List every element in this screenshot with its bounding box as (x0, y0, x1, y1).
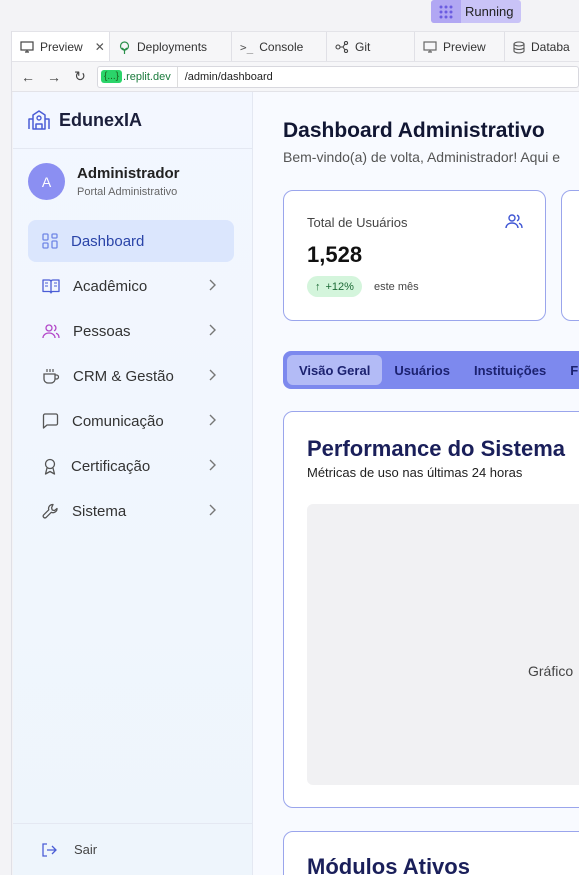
tab-console[interactable]: >_ Console (232, 32, 327, 62)
terminal-icon: >_ (240, 40, 254, 54)
panel-title: Módulos Ativos (307, 854, 470, 875)
reload-icon[interactable]: ↻ (67, 68, 93, 85)
chevron-right-icon (209, 279, 216, 291)
stat-card-users: Total de Usuários 1,528 ↑ +12% este mês (283, 190, 546, 321)
database-icon (513, 40, 525, 54)
ide-tab-strip: Preview ✕ Deployments >_ Console Git Pre… (12, 31, 579, 62)
running-grid-icon (431, 0, 461, 23)
stat-card-title: Total de Usuários (307, 215, 408, 230)
dashboard-tabs: Visão Geral Usuários Instituições F (283, 351, 579, 389)
close-icon[interactable]: ✕ (95, 40, 105, 54)
git-icon (335, 41, 349, 53)
chart-placeholder: Gráfico (307, 504, 579, 785)
tab-git[interactable]: Git (327, 32, 415, 62)
logout-button[interactable]: Sair (13, 823, 253, 875)
running-label: Running (465, 4, 514, 19)
main-content: Dashboard Administrativo Bem-vindo(a) de… (283, 92, 579, 875)
tab-clipped[interactable]: F (558, 355, 579, 385)
sidebar-item-label: CRM & Gestão (73, 367, 174, 385)
chevron-right-icon (209, 324, 216, 336)
user-role: Portal Administrativo (77, 186, 178, 198)
chevron-right-icon (209, 459, 216, 471)
sidebar-item-dashboard[interactable]: Dashboard (28, 220, 234, 262)
page-subtitle: Bem-vindo(a) de volta, Administrador! Aq… (283, 149, 561, 165)
panel-title: Performance do Sistema (307, 436, 565, 461)
tab-preview-2[interactable]: Preview (415, 32, 505, 62)
grid-icon (42, 233, 58, 249)
chevron-right-icon (209, 369, 216, 381)
ide-topbar: Running (0, 0, 579, 30)
sidebar-menu: Dashboard Acadêmico Pessoas CRM & Gestão… (13, 220, 252, 532)
school-icon (28, 110, 50, 130)
sidebar: EdunexIA A Administrador Portal Administ… (13, 92, 253, 875)
url-field[interactable]: {...} .replit.dev /admin/dashboard (97, 65, 579, 88)
tab-label: Preview (443, 40, 486, 54)
tab-label: Console (259, 40, 304, 54)
sidebar-item-certificacao[interactable]: Certificação (28, 445, 234, 487)
performance-panel: Performance do Sistema Métricas de uso n… (283, 411, 579, 808)
sidebar-item-comunicacao[interactable]: Comunicação (28, 400, 234, 442)
avatar: A (28, 163, 65, 200)
stat-card-value: 1,528 (307, 242, 363, 267)
sidebar-item-label: Acadêmico (73, 277, 148, 295)
panel-subtitle: Métricas de uso nas últimas 24 horas (307, 465, 523, 480)
badge-label: +12% (325, 280, 354, 293)
tab-usuarios[interactable]: Usuários (382, 355, 462, 385)
tab-instituicoes[interactable]: Instituições (462, 355, 558, 385)
ide-left-gutter (0, 31, 12, 875)
sidebar-item-crm-gestao[interactable]: CRM & Gestão (28, 355, 234, 397)
url-path: /admin/dashboard (184, 70, 273, 83)
tab-database[interactable]: Databa (505, 32, 579, 62)
book-icon (42, 279, 60, 294)
sidebar-item-label: Sistema (72, 502, 127, 520)
tab-label: Databa (531, 40, 570, 54)
tab-label: Git (355, 40, 371, 54)
address-bar: ← → ↻ {...} .replit.dev /admin/dashboard (12, 61, 579, 92)
brand[interactable]: EdunexIA (13, 92, 252, 149)
forward-arrow-icon[interactable]: → (41, 69, 67, 85)
chevron-right-icon (209, 414, 216, 426)
deploy-icon (119, 40, 130, 54)
url-host-chip: {...} (101, 70, 123, 83)
sidebar-item-label: Comunicação (72, 412, 164, 430)
tab-label: Deployments (137, 40, 208, 54)
running-indicator[interactable]: Running (431, 0, 521, 23)
arrow-up-icon: ↑ (315, 280, 321, 293)
page-title: Dashboard Administrativo (283, 119, 545, 142)
url-host-text: .replit.dev (123, 70, 171, 83)
brand-name: EdunexIA (59, 109, 143, 130)
sidebar-item-pessoas[interactable]: Pessoas (28, 310, 234, 352)
tab-visao-geral[interactable]: Visão Geral (287, 355, 383, 385)
back-arrow-icon[interactable]: ← (15, 69, 41, 85)
stat-card-clipped (561, 190, 579, 321)
sidebar-item-label: Dashboard (71, 232, 145, 250)
user-profile[interactable]: A Administrador Portal Administrativo (13, 149, 252, 200)
users-icon (505, 214, 523, 229)
tab-deployments[interactable]: Deployments (110, 32, 232, 62)
sidebar-item-label: Certificação (71, 457, 151, 475)
coffee-icon (43, 369, 60, 384)
logout-icon (42, 842, 57, 857)
tab-label: Preview (40, 40, 83, 54)
sidebar-item-academico[interactable]: Acadêmico (28, 265, 234, 307)
wrench-icon (42, 503, 58, 519)
logout-label: Sair (74, 842, 98, 857)
url-host: {...} .replit.dev (98, 66, 178, 87)
monitor-icon (20, 41, 34, 53)
users-icon (42, 324, 60, 339)
chart-placeholder-label: Gráfico (528, 663, 574, 679)
modules-panel: Módulos Ativos (283, 831, 579, 875)
status-badge: ↑ +12% (307, 276, 362, 297)
sidebar-item-label: Pessoas (73, 322, 131, 340)
monitor-icon (423, 41, 437, 53)
chevron-right-icon (209, 504, 216, 516)
award-icon (44, 458, 56, 475)
tab-preview[interactable]: Preview ✕ (12, 32, 110, 62)
chat-icon (42, 413, 59, 429)
sidebar-item-sistema[interactable]: Sistema (28, 490, 234, 532)
app-viewport: EdunexIA A Administrador Portal Administ… (13, 92, 579, 875)
user-name: Administrador (77, 165, 180, 182)
stat-card-note: este mês (374, 281, 419, 293)
